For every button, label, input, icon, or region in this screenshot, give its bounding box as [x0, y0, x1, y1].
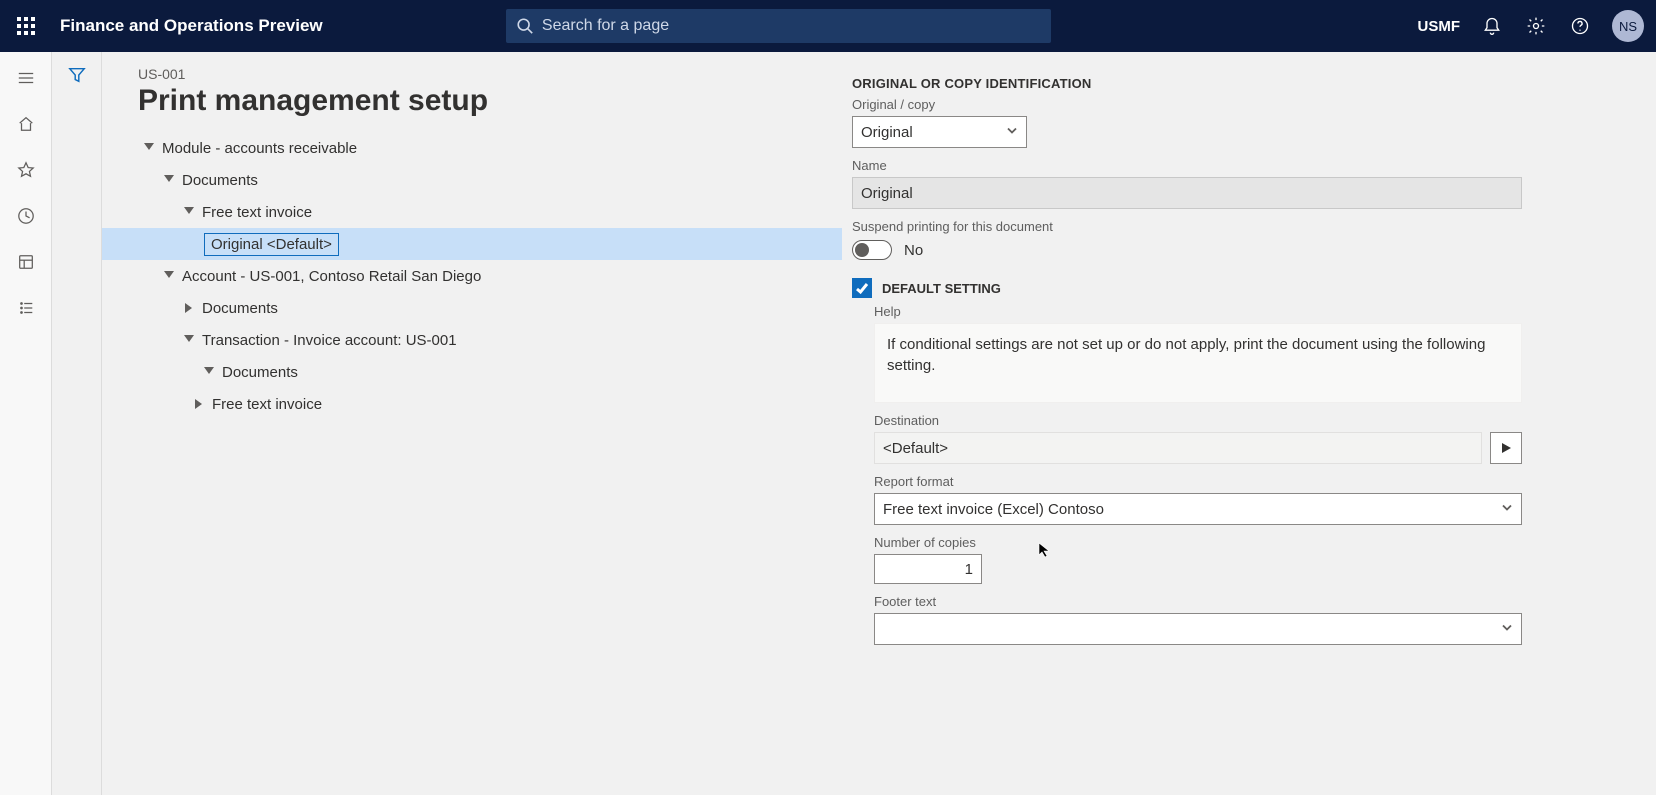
original-copy-value: Original [861, 124, 913, 141]
default-setting-checkbox[interactable] [852, 278, 872, 298]
suspend-label: Suspend printing for this document [852, 219, 1640, 234]
copies-label: Number of copies [874, 535, 1640, 550]
tree-label: Free text invoice [202, 204, 312, 221]
chevron-down-icon [182, 205, 196, 219]
name-value: Original [861, 185, 913, 202]
tree-label: Module - accounts receivable [162, 140, 357, 157]
left-nav-rail [0, 52, 52, 795]
form-pane: ORIGINAL OR COPY IDENTIFICATION Original… [842, 52, 1656, 795]
chevron-down-icon [162, 173, 176, 187]
help-label: Help [874, 304, 1640, 319]
report-format-select[interactable]: Free text invoice (Excel) Contoso [874, 493, 1522, 525]
modules-icon[interactable] [14, 296, 38, 320]
search-input[interactable] [542, 17, 1041, 35]
chevron-down-icon [142, 141, 156, 155]
home-icon[interactable] [14, 112, 38, 136]
content: US-001 Print management setup Module - a… [102, 52, 1656, 795]
original-copy-select[interactable]: Original [852, 116, 1027, 148]
section-identification-head: ORIGINAL OR COPY IDENTIFICATION [852, 76, 1640, 91]
chevron-right-icon [182, 301, 196, 315]
destination-value: <Default> [883, 440, 948, 457]
tree-node-transaction[interactable]: Transaction - Invoice account: US-001 [138, 324, 842, 356]
tree-pane: US-001 Print management setup Module - a… [102, 52, 842, 795]
gear-icon[interactable] [1516, 6, 1556, 46]
chevron-down-icon [1501, 501, 1513, 518]
suspend-toggle[interactable] [852, 240, 892, 260]
header-right: USMF NS [1417, 6, 1648, 46]
menu-icon[interactable] [14, 66, 38, 90]
app-title: Finance and Operations Preview [60, 16, 323, 36]
help-text: If conditional settings are not set up o… [874, 323, 1522, 403]
tree-node-free-text-invoice[interactable]: Free text invoice [138, 196, 842, 228]
filter-pane-toggle [52, 52, 102, 795]
footer-select[interactable] [874, 613, 1522, 645]
tree-label: Free text invoice [212, 396, 322, 413]
destination-open-button[interactable] [1490, 432, 1522, 464]
report-format-label: Report format [874, 474, 1640, 489]
tree-node-original-default[interactable]: Original <Default> [102, 228, 842, 260]
tree-label: Original <Default> [204, 233, 339, 256]
search-icon [516, 17, 534, 35]
chevron-down-icon [162, 269, 176, 283]
help-icon[interactable] [1560, 6, 1600, 46]
tree-label: Transaction - Invoice account: US-001 [202, 332, 457, 349]
chevron-right-icon [192, 397, 206, 411]
breadcrumb: US-001 [138, 66, 842, 82]
chevron-down-icon [1006, 124, 1018, 141]
notifications-icon[interactable] [1472, 6, 1512, 46]
filter-icon[interactable] [68, 66, 86, 795]
tree-node-module[interactable]: Module - accounts receivable [138, 132, 842, 164]
star-icon[interactable] [14, 158, 38, 182]
company-picker[interactable]: USMF [1417, 18, 1460, 35]
global-search[interactable] [506, 9, 1051, 43]
report-format-value: Free text invoice (Excel) Contoso [883, 501, 1104, 518]
tree-node-documents[interactable]: Documents [138, 164, 842, 196]
default-setting-label: DEFAULT SETTING [882, 281, 1001, 296]
name-label: Name [852, 158, 1640, 173]
workspaces-icon[interactable] [14, 250, 38, 274]
chevron-down-icon [202, 365, 216, 379]
name-readonly: Original [852, 177, 1522, 209]
recent-icon[interactable] [14, 204, 38, 228]
app-launcher-icon[interactable] [8, 8, 44, 44]
tree-label: Documents [222, 364, 298, 381]
page-title: Print management setup [138, 84, 842, 118]
avatar[interactable]: NS [1612, 10, 1644, 42]
tree-node-transaction-documents[interactable]: Documents [138, 356, 842, 388]
original-copy-label: Original / copy [852, 97, 1640, 112]
tree-node-account-documents[interactable]: Documents [138, 292, 842, 324]
chevron-down-icon [182, 333, 196, 347]
copies-value: 1 [965, 561, 973, 578]
destination-readonly: <Default> [874, 432, 1482, 464]
destination-label: Destination [874, 413, 1640, 428]
chevron-down-icon [1501, 621, 1513, 638]
tree-node-transaction-free-text[interactable]: Free text invoice [138, 388, 842, 420]
suspend-value: No [904, 242, 923, 259]
tree-label: Documents [182, 172, 258, 189]
main-area: US-001 Print management setup Module - a… [0, 52, 1656, 795]
copies-input[interactable]: 1 [874, 554, 982, 584]
tree-label: Documents [202, 300, 278, 317]
tree-label: Account - US-001, Contoso Retail San Die… [182, 268, 481, 285]
app-header: Finance and Operations Preview USMF NS [0, 0, 1656, 52]
footer-label: Footer text [874, 594, 1640, 609]
tree-node-account[interactable]: Account - US-001, Contoso Retail San Die… [138, 260, 842, 292]
